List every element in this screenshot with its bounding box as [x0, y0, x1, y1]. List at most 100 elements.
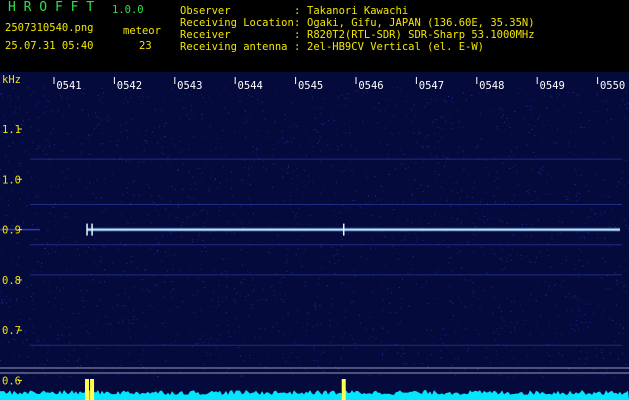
noise-speck — [424, 106, 426, 108]
noise-speck — [421, 363, 423, 364]
noise-speck — [161, 152, 163, 154]
noise-speck — [561, 334, 562, 335]
noise-speck — [88, 247, 89, 249]
noise-speck — [63, 114, 65, 116]
noise-speck — [202, 365, 204, 367]
noise-speck — [185, 218, 187, 220]
noise-speck — [248, 315, 249, 316]
noise-speck — [456, 325, 458, 327]
noise-speck — [329, 261, 331, 263]
noise-speck — [449, 370, 451, 372]
noise-speck — [591, 208, 593, 210]
noise-speck — [464, 306, 466, 308]
noise-speck — [561, 221, 563, 223]
noise-speck — [480, 113, 482, 114]
noise-speck — [500, 311, 502, 313]
noise-speck — [309, 354, 311, 356]
noise-speck — [266, 298, 268, 300]
noise-speck — [189, 330, 191, 332]
noise-speck — [210, 246, 212, 248]
noise-speck — [400, 355, 402, 357]
noise-speck — [494, 339, 496, 340]
noise-speck — [451, 189, 453, 191]
noise-speck — [462, 150, 464, 152]
noise-speck — [17, 242, 19, 244]
noise-speck — [521, 142, 523, 144]
noise-speck — [420, 184, 422, 186]
noise-speck — [253, 213, 254, 215]
noise-speck — [19, 104, 21, 106]
noise-speck — [578, 248, 580, 250]
y-axis-unit: kHz — [2, 74, 21, 86]
noise-speck — [458, 147, 460, 149]
noise-speck — [179, 270, 181, 272]
noise-speck — [234, 331, 235, 333]
noise-speck — [61, 171, 63, 173]
noise-speck — [226, 370, 228, 372]
noise-speck — [229, 257, 231, 259]
noise-speck — [485, 145, 487, 147]
noise-speck — [217, 187, 219, 189]
noise-speck — [192, 294, 194, 296]
noise-speck — [469, 279, 471, 281]
noise-speck — [47, 345, 49, 347]
noise-speck — [32, 326, 34, 328]
noise-speck — [101, 102, 103, 104]
noise-speck — [501, 249, 503, 250]
noise-speck — [451, 257, 453, 259]
noise-speck — [8, 205, 9, 206]
noise-speck — [210, 177, 212, 179]
noise-speck — [296, 188, 298, 190]
noise-speck — [323, 97, 325, 99]
noise-speck — [548, 243, 550, 245]
noise-speck — [477, 145, 479, 147]
noise-speck — [533, 346, 534, 348]
noise-speck — [484, 342, 486, 344]
y-tick-label: 0.7 — [2, 325, 21, 337]
noise-speck — [366, 329, 368, 331]
noise-speck — [504, 267, 506, 269]
noise-speck — [623, 220, 625, 222]
noise-speck — [596, 94, 598, 96]
noise-speck — [203, 341, 205, 343]
noise-speck — [288, 165, 290, 167]
noise-speck — [303, 198, 305, 200]
noise-speck — [566, 255, 567, 257]
noise-speck — [507, 298, 509, 300]
noise-speck — [341, 282, 343, 284]
noise-speck — [247, 167, 249, 169]
noise-speck — [17, 193, 19, 195]
noise-speck — [425, 236, 427, 238]
noise-speck — [190, 114, 192, 116]
noise-speck — [262, 288, 264, 290]
noise-speck — [356, 348, 357, 349]
noise-speck — [449, 113, 451, 115]
noise-speck — [155, 237, 157, 239]
noise-speck — [441, 329, 443, 331]
noise-speck — [337, 149, 339, 151]
noise-speck — [395, 248, 397, 250]
noise-speck — [99, 300, 101, 302]
noise-speck — [373, 226, 375, 228]
noise-speck — [208, 314, 210, 316]
noise-speck — [105, 341, 107, 343]
noise-speck — [7, 191, 8, 193]
noise-speck — [344, 310, 346, 312]
noise-speck — [427, 273, 428, 275]
noise-speck — [205, 351, 207, 353]
noise-speck — [320, 160, 322, 162]
noise-speck — [455, 182, 457, 184]
noise-speck — [539, 251, 541, 252]
noise-speck — [523, 118, 525, 120]
noise-speck — [537, 171, 539, 173]
noise-speck — [534, 348, 536, 350]
noise-speck — [582, 126, 584, 128]
noise-speck — [428, 145, 430, 147]
noise-speck — [359, 205, 361, 207]
noise-speck — [168, 249, 170, 251]
noise-speck — [443, 239, 445, 241]
noise-speck — [78, 358, 80, 360]
noise-speck — [531, 200, 533, 202]
noise-speck — [265, 168, 267, 170]
noise-speck — [465, 166, 467, 168]
